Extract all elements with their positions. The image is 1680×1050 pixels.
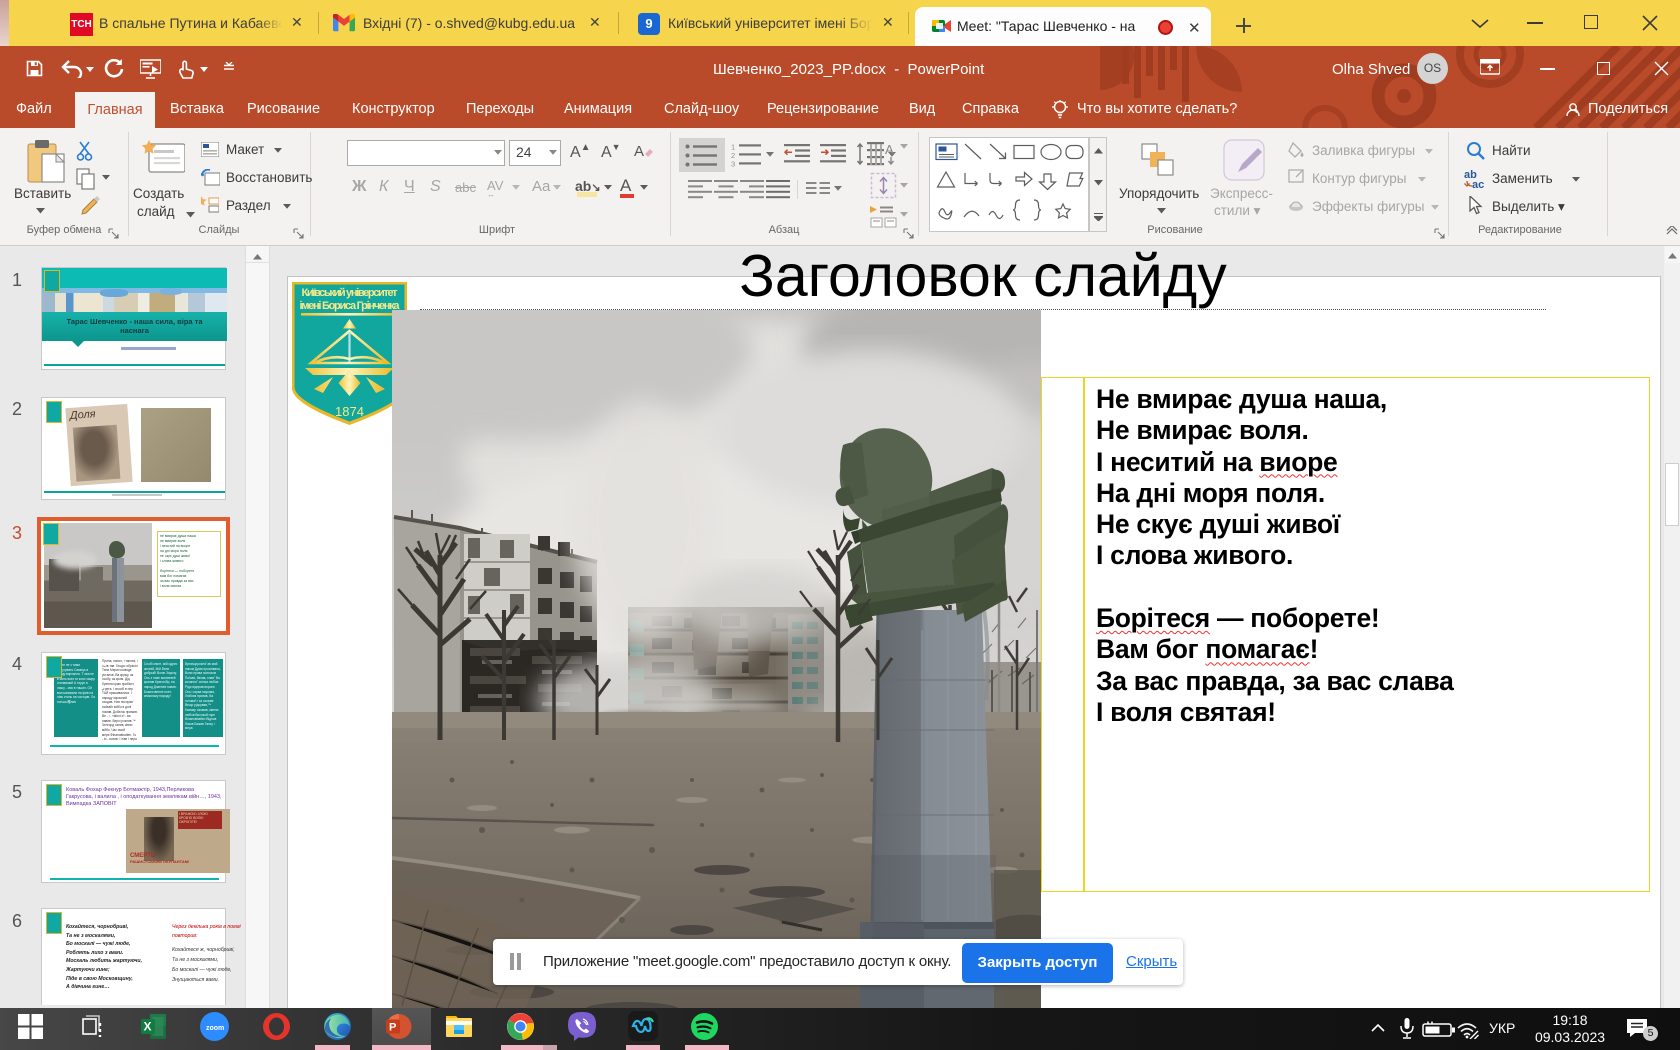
svg-text:3: 3 — [731, 160, 735, 168]
svg-text:А: А — [634, 143, 644, 160]
svg-text:P: P — [389, 1022, 396, 1034]
svg-text:X: X — [144, 1020, 152, 1034]
svg-text:ac: ac — [1472, 179, 1484, 189]
svg-text:1874: 1874 — [335, 404, 364, 419]
svg-text:Київський університет: Київський університет — [302, 287, 399, 299]
svg-text:імені Бориса Грінченка: імені Бориса Грінченка — [300, 300, 401, 312]
svg-text:A: A — [885, 142, 894, 157]
